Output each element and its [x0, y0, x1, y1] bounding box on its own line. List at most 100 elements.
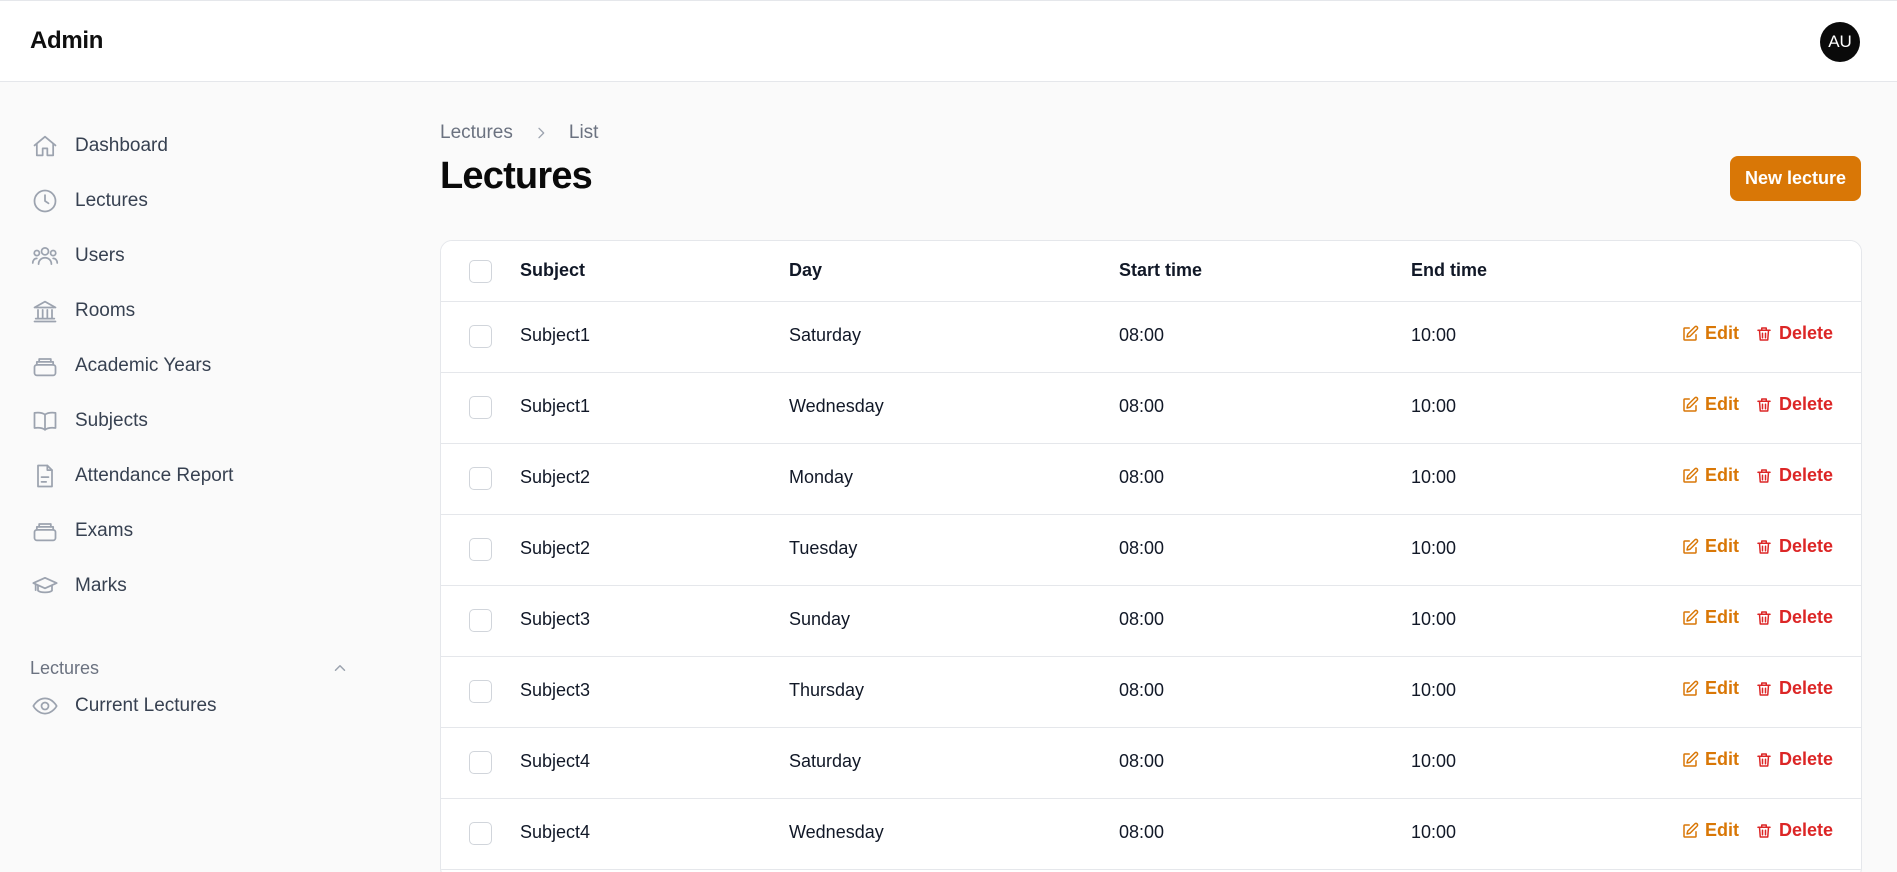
cell-day: Saturday — [789, 751, 862, 771]
stack-icon — [30, 516, 60, 546]
column-header-day[interactable]: Day — [789, 260, 822, 281]
sidebar-item-users[interactable]: Users — [30, 236, 125, 276]
cell-start-time: 08:00 — [1119, 680, 1165, 700]
sidebar-item-academic-years[interactable]: Academic Years — [30, 346, 211, 386]
edit-button[interactable]: Edit — [1681, 749, 1739, 770]
sidebar-item-label: Rooms — [75, 300, 136, 321]
delete-button[interactable]: Delete — [1755, 465, 1833, 486]
edit-label: Edit — [1705, 465, 1739, 485]
row-checkbox[interactable] — [469, 680, 492, 703]
trash-icon — [1755, 325, 1779, 343]
column-header-subject[interactable]: Subject — [520, 260, 585, 281]
edit-icon — [1681, 609, 1705, 627]
cell-end-time: 10:00 — [1411, 609, 1457, 629]
delete-button[interactable]: Delete — [1755, 607, 1833, 628]
edit-icon — [1681, 467, 1705, 485]
cell-subject: Subject3 — [520, 609, 591, 629]
cell-day: Monday — [789, 467, 854, 487]
chevron-up-icon[interactable] — [328, 656, 352, 680]
table-row[interactable]: Subject2 Tuesday 08:00 10:00 Edit Delete — [441, 515, 1861, 586]
table-row[interactable]: Subject3 Sunday 08:00 10:00 Edit Delete — [441, 586, 1861, 657]
sidebar-item-rooms[interactable]: Rooms — [30, 291, 135, 331]
cell-subject: Subject1 — [520, 396, 591, 416]
users-icon — [30, 241, 60, 271]
edit-button[interactable]: Edit — [1681, 820, 1739, 841]
lectures-table: Subject Day Start time End time Subject1… — [440, 240, 1862, 872]
column-header-start-time[interactable]: Start time — [1119, 260, 1202, 281]
delete-button[interactable]: Delete — [1755, 394, 1833, 415]
edit-icon — [1681, 325, 1705, 343]
edit-label: Edit — [1705, 607, 1739, 627]
chevron-right-icon — [533, 125, 549, 141]
edit-button[interactable]: Edit — [1681, 607, 1739, 628]
trash-icon — [1755, 538, 1779, 556]
sidebar-item-label: Lectures — [75, 190, 148, 211]
document-text-icon — [30, 461, 60, 491]
sidebar-item-dashboard[interactable]: Dashboard — [30, 126, 168, 166]
edit-label: Edit — [1705, 536, 1739, 556]
select-all-checkbox[interactable] — [469, 260, 492, 283]
cell-start-time: 08:00 — [1119, 538, 1165, 558]
delete-button[interactable]: Delete — [1755, 678, 1833, 699]
table-row[interactable]: Subject1 Wednesday 08:00 10:00 Edit Delete — [441, 373, 1861, 444]
breadcrumb-lectures-link[interactable]: Lectures — [440, 122, 513, 144]
edit-button[interactable]: Edit — [1681, 536, 1739, 557]
delete-button[interactable]: Delete — [1755, 749, 1833, 770]
book-open-icon — [30, 406, 60, 436]
sidebar-item-label: Current Lectures — [75, 695, 217, 716]
new-lecture-button[interactable]: New lecture — [1730, 156, 1861, 201]
cell-subject: Subject2 — [520, 538, 591, 558]
table-row[interactable]: Subject2 Monday 08:00 10:00 Edit Delete — [441, 444, 1861, 515]
delete-label: Delete — [1779, 607, 1834, 627]
brand-title[interactable]: Admin — [30, 27, 103, 55]
sidebar-item-attendance-report[interactable]: Attendance Report — [30, 456, 233, 496]
sidebar-item-exams[interactable]: Exams — [30, 511, 133, 551]
top-bar: Admin AU — [0, 0, 1897, 82]
table-row[interactable]: Subject4 Wednesday 08:00 10:00 Edit Delete — [441, 799, 1861, 870]
user-avatar[interactable]: AU — [1820, 22, 1860, 62]
cell-subject: Subject4 — [520, 822, 591, 842]
sidebar-item-marks[interactable]: Marks — [30, 566, 127, 606]
trash-icon — [1755, 396, 1779, 414]
cell-day: Sunday — [789, 609, 851, 629]
row-checkbox[interactable] — [469, 396, 492, 419]
edit-button[interactable]: Edit — [1681, 394, 1739, 415]
sidebar-item-label: Attendance Report — [75, 465, 234, 486]
sidebar-item-label: Exams — [75, 520, 134, 541]
sidebar-item-label: Dashboard — [75, 135, 168, 156]
cell-start-time: 08:00 — [1119, 822, 1165, 842]
cell-start-time: 08:00 — [1119, 467, 1165, 487]
edit-button[interactable]: Edit — [1681, 323, 1739, 344]
row-checkbox[interactable] — [469, 751, 492, 774]
edit-button[interactable]: Edit — [1681, 465, 1739, 486]
row-checkbox[interactable] — [469, 822, 492, 845]
delete-button[interactable]: Delete — [1755, 820, 1833, 841]
edit-button[interactable]: Edit — [1681, 678, 1739, 699]
row-checkbox[interactable] — [469, 467, 492, 490]
row-checkbox[interactable] — [469, 325, 492, 348]
table-row[interactable]: Subject3 Thursday 08:00 10:00 Edit Delete — [441, 657, 1861, 728]
building-icon — [30, 296, 60, 326]
row-checkbox[interactable] — [469, 609, 492, 632]
cell-start-time: 08:00 — [1119, 396, 1165, 416]
delete-label: Delete — [1779, 394, 1834, 414]
sidebar-item-subjects[interactable]: Subjects — [30, 401, 148, 441]
edit-label: Edit — [1705, 749, 1739, 769]
edit-icon — [1681, 396, 1705, 414]
column-header-end-time[interactable]: End time — [1411, 260, 1487, 281]
delete-button[interactable]: Delete — [1755, 323, 1833, 344]
edit-label: Edit — [1705, 323, 1739, 343]
edit-label: Edit — [1705, 394, 1739, 414]
sidebar-item-current-lectures[interactable]: Current Lectures — [30, 686, 217, 726]
row-checkbox[interactable] — [469, 538, 492, 561]
cell-subject: Subject4 — [520, 751, 591, 771]
table-row[interactable]: Subject1 Saturday 08:00 10:00 Edit Delete — [441, 302, 1861, 373]
delete-button[interactable]: Delete — [1755, 536, 1833, 557]
sidebar-item-lectures[interactable]: Lectures — [30, 181, 148, 221]
cell-start-time: 08:00 — [1119, 325, 1165, 345]
delete-label: Delete — [1779, 323, 1834, 343]
edit-icon — [1681, 822, 1705, 840]
delete-label: Delete — [1779, 678, 1834, 698]
breadcrumb: Lectures List — [440, 122, 598, 144]
table-row[interactable]: Subject4 Saturday 08:00 10:00 Edit Delete — [441, 728, 1861, 799]
